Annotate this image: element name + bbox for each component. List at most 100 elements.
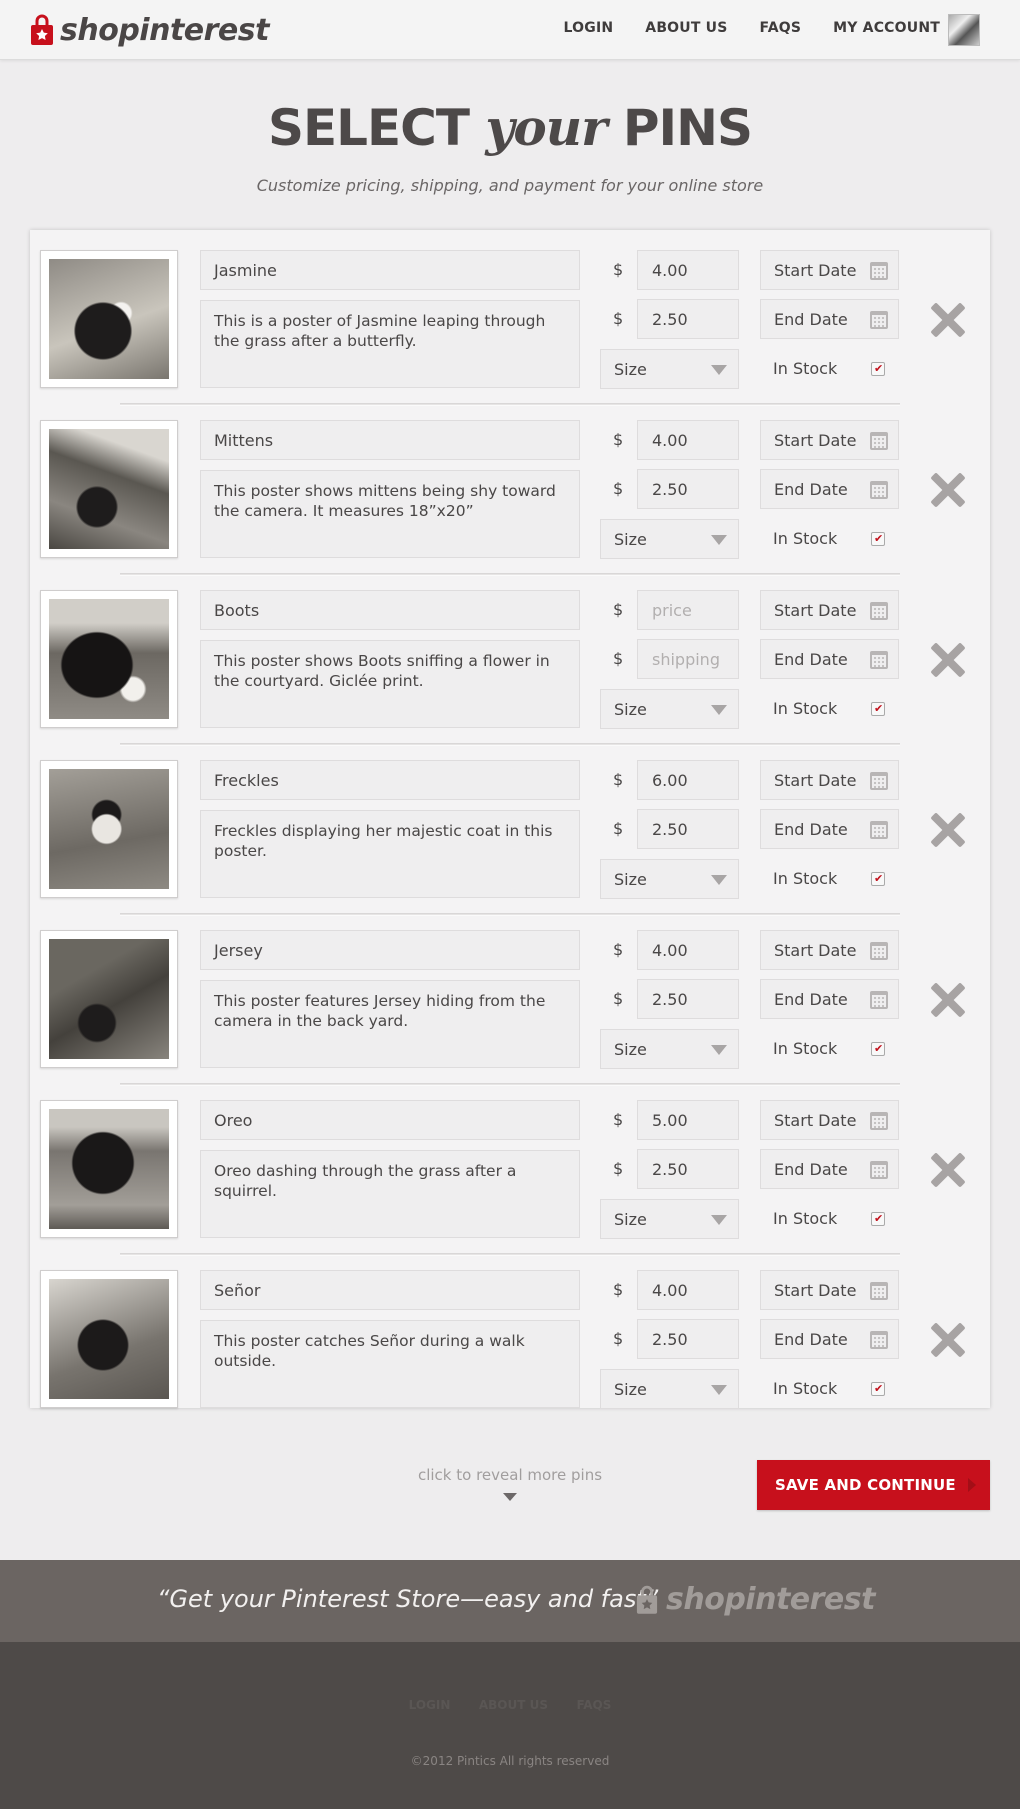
calendar-icon[interactable] (870, 481, 888, 499)
calendar-icon[interactable] (870, 991, 888, 1009)
footer-faqs-link[interactable]: FAQS (576, 1698, 611, 1712)
save-and-continue-button[interactable]: SAVE AND CONTINUE (757, 1460, 990, 1510)
copyright: ©2012 Pintics All rights reserved (410, 1754, 610, 1768)
pin-photo (49, 1279, 169, 1399)
pin-price-input[interactable]: 4.00 (637, 250, 739, 290)
pin-size-select[interactable]: Size (600, 1369, 739, 1409)
pin-price-input[interactable]: 4.00 (637, 930, 739, 970)
pin-price-input[interactable]: 6.00 (637, 760, 739, 800)
pin-description-input[interactable]: This poster shows mittens being shy towa… (200, 470, 580, 558)
pin-end-date-input[interactable]: End Date (760, 979, 899, 1019)
nav-about-us[interactable]: ABOUT US (645, 20, 727, 36)
footer-login-link[interactable]: LOGIN (409, 1698, 451, 1712)
pin-shipping-input[interactable]: 2.50 (637, 979, 739, 1019)
pin-description-input[interactable]: This poster catches Señor during a walk … (200, 1320, 580, 1408)
pin-end-date-input[interactable]: End Date (760, 809, 899, 849)
pin-shipping-input[interactable]: shipping (637, 639, 739, 679)
pin-size-select[interactable]: Size (600, 519, 739, 559)
nav-faqs[interactable]: FAQS (760, 20, 802, 36)
pin-size-select[interactable]: Size (600, 859, 739, 899)
pin-photo (49, 259, 169, 379)
pin-end-date-input[interactable]: End Date (760, 469, 899, 509)
remove-pin-button[interactable] (930, 812, 966, 848)
pin-size-select[interactable]: Size (600, 1199, 739, 1239)
pin-shipping-input[interactable]: 2.50 (637, 469, 739, 509)
calendar-icon[interactable] (870, 262, 888, 280)
pin-size-select[interactable]: Size (600, 689, 739, 729)
calendar-icon[interactable] (870, 1161, 888, 1179)
pin-end-date-input[interactable]: End Date (760, 1149, 899, 1189)
pin-end-date-input[interactable]: End Date (760, 299, 899, 339)
pin-price-input[interactable]: price (637, 590, 739, 630)
in-stock-checkbox[interactable]: ✔ (871, 1042, 885, 1056)
in-stock-checkbox[interactable]: ✔ (871, 872, 885, 886)
remove-pin-button[interactable] (930, 982, 966, 1018)
pin-shipping-input[interactable]: 2.50 (637, 1319, 739, 1359)
pin-shipping-input[interactable]: 2.50 (637, 809, 739, 849)
in-stock-checkbox[interactable]: ✔ (871, 1212, 885, 1226)
site-logo[interactable]: shopinterest (30, 10, 269, 50)
pin-price-input[interactable]: 5.00 (637, 1100, 739, 1140)
calendar-icon[interactable] (870, 432, 888, 450)
pin-start-date-input[interactable]: Start Date (760, 930, 899, 970)
calendar-icon[interactable] (870, 1282, 888, 1300)
remove-pin-button[interactable] (930, 302, 966, 338)
remove-pin-button[interactable] (930, 1152, 966, 1188)
pin-start-date-input[interactable]: Start Date (760, 590, 899, 630)
calendar-icon[interactable] (870, 311, 888, 329)
in-stock-checkbox[interactable]: ✔ (871, 702, 885, 716)
remove-pin-button[interactable] (930, 1322, 966, 1358)
pin-description-input[interactable]: This poster shows Boots sniffing a flowe… (200, 640, 580, 728)
dropdown-arrow-icon (711, 1215, 727, 1225)
nav-login[interactable]: LOGIN (564, 20, 614, 36)
avatar[interactable] (948, 14, 980, 46)
pin-name-input[interactable]: Mittens (200, 420, 580, 460)
in-stock-checkbox[interactable]: ✔ (871, 362, 885, 376)
calendar-icon[interactable] (870, 772, 888, 790)
checkbox-check-icon: ✔ (874, 363, 884, 375)
pin-size-select[interactable]: Size (600, 1029, 739, 1069)
pin-description-input[interactable]: Oreo dashing through the grass after a s… (200, 1150, 580, 1238)
pin-name-input[interactable]: Jersey (200, 930, 580, 970)
pin-description-input[interactable]: This is a poster of Jasmine leaping thro… (200, 300, 580, 388)
pin-name-input[interactable]: Oreo (200, 1100, 580, 1140)
footer-about-link[interactable]: ABOUT US (479, 1698, 548, 1712)
remove-pin-button[interactable] (930, 642, 966, 678)
calendar-icon[interactable] (870, 942, 888, 960)
pin-shipping-input[interactable]: 2.50 (637, 299, 739, 339)
pin-price-input[interactable]: 4.00 (637, 420, 739, 460)
price-currency-label: $ (613, 770, 624, 789)
nav-my-account[interactable]: MY ACCOUNT (833, 20, 940, 36)
pin-shipping-input[interactable]: 2.50 (637, 1149, 739, 1189)
pin-price-input[interactable]: 4.00 (637, 1270, 739, 1310)
pin-start-date-input[interactable]: Start Date (760, 1100, 899, 1140)
logo-text: shopinterest (60, 12, 269, 48)
pin-end-date-input[interactable]: End Date (760, 639, 899, 679)
pin-row-6: Oreo Oreo dashing through the grass afte… (30, 1090, 990, 1260)
calendar-icon[interactable] (870, 651, 888, 669)
in-stock-checkbox[interactable]: ✔ (871, 532, 885, 546)
pin-name-input[interactable]: Señor (200, 1270, 580, 1310)
banner-quote: “Get your Pinterest Store—easy and fast” (157, 1585, 659, 1613)
calendar-icon[interactable] (870, 821, 888, 839)
in-stock-checkbox[interactable]: ✔ (871, 1382, 885, 1396)
shipping-currency-label: $ (613, 479, 624, 498)
remove-pin-button[interactable] (930, 472, 966, 508)
pin-start-date-input[interactable]: Start Date (760, 760, 899, 800)
calendar-icon[interactable] (870, 1112, 888, 1130)
pin-description-input[interactable]: Freckles displaying her majestic coat in… (200, 810, 580, 898)
pin-start-date-input[interactable]: Start Date (760, 250, 899, 290)
start-date-label: Start Date (774, 1111, 857, 1130)
pin-start-date-input[interactable]: Start Date (760, 1270, 899, 1310)
calendar-icon[interactable] (870, 602, 888, 620)
pin-end-date-input[interactable]: End Date (760, 1319, 899, 1359)
chevron-down-icon[interactable] (503, 1493, 517, 1501)
calendar-icon[interactable] (870, 1331, 888, 1349)
reveal-more-pins-link[interactable]: click to reveal more pins (390, 1466, 630, 1484)
pin-name-input[interactable]: Boots (200, 590, 580, 630)
pin-size-select[interactable]: Size (600, 349, 739, 389)
pin-name-input[interactable]: Jasmine (200, 250, 580, 290)
pin-description-input[interactable]: This poster features Jersey hiding from … (200, 980, 580, 1068)
pin-name-input[interactable]: Freckles (200, 760, 580, 800)
pin-start-date-input[interactable]: Start Date (760, 420, 899, 460)
